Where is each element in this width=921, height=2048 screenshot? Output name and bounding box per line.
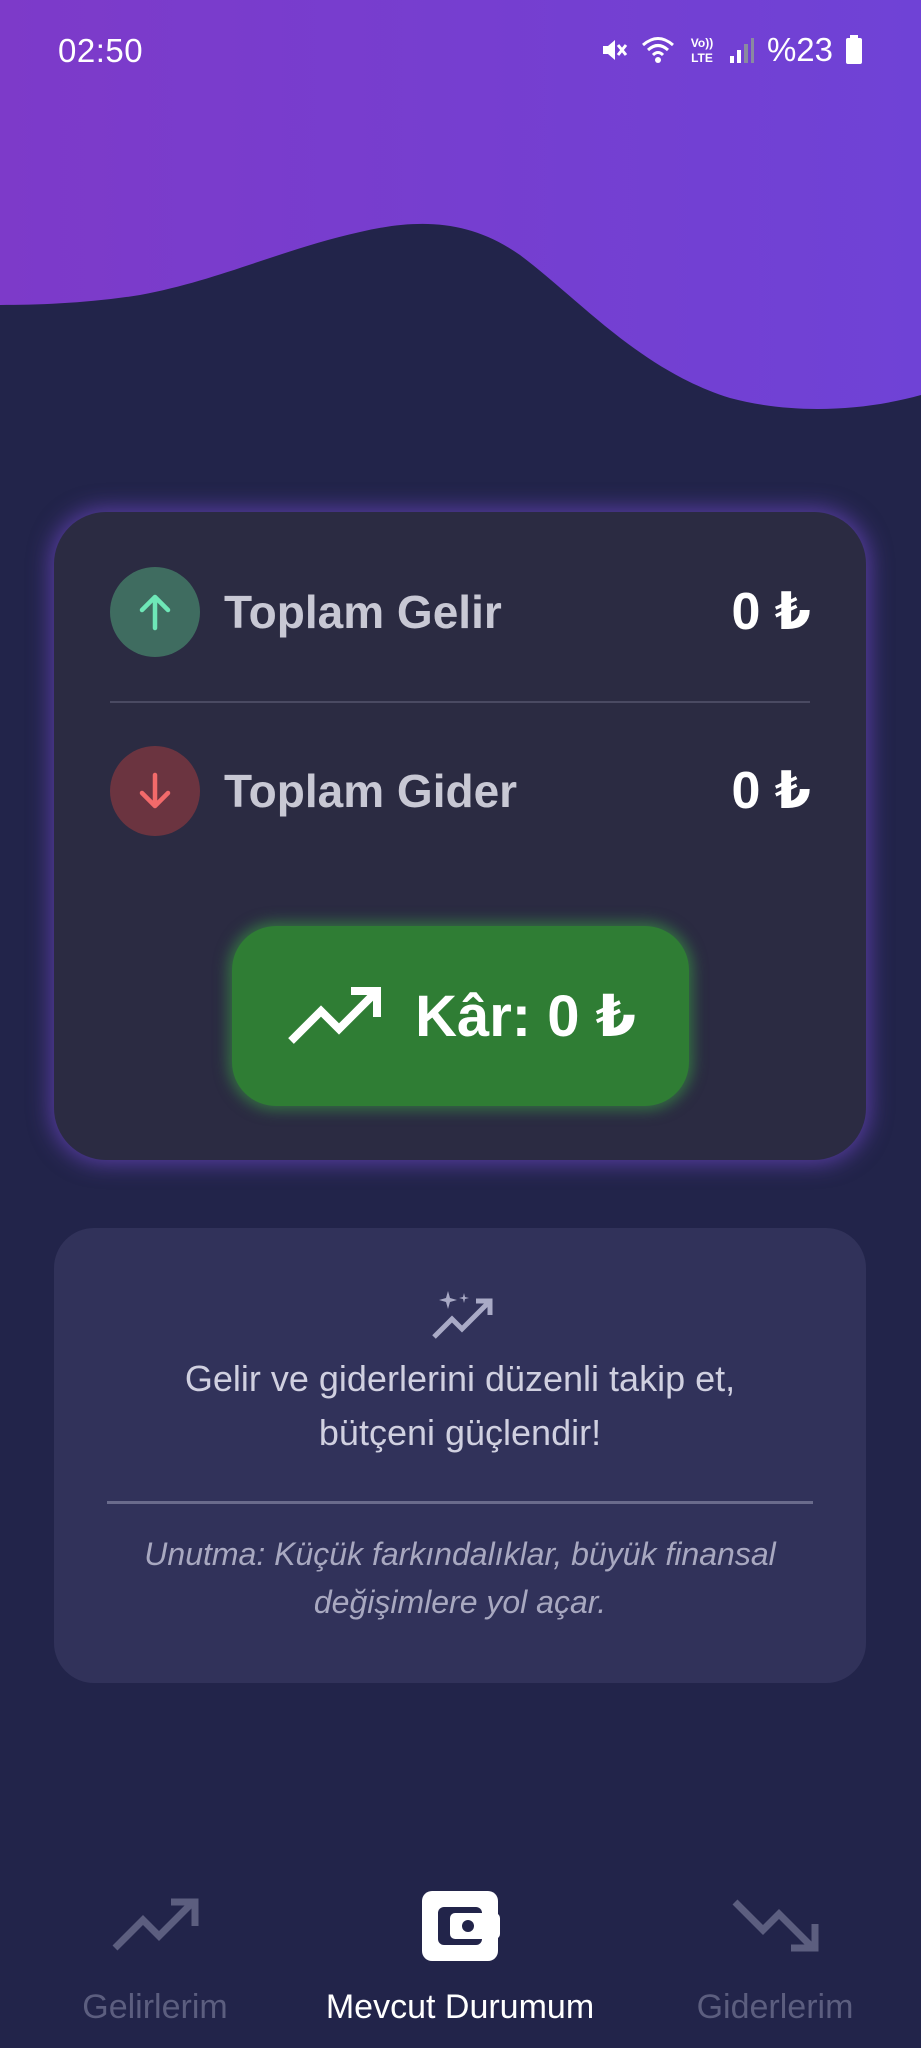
tip-note-line2: değişimlere yol açar. — [313, 1584, 607, 1620]
status-time: 02:50 — [58, 32, 144, 69]
nav-current[interactable]: Mevcut Durumum — [300, 1880, 620, 2048]
expense-label: Toplam Gider — [224, 765, 518, 817]
income-label: Toplam Gelir — [224, 586, 502, 638]
trending-down-icon — [732, 1899, 819, 1952]
wifi-icon — [641, 35, 675, 65]
svg-text:LTE: LTE — [691, 51, 713, 65]
bottom-nav: Gelirlerim Mevcut Durumum Giderlerim — [0, 1880, 921, 2048]
summary-divider — [110, 701, 810, 703]
tip-note: Unutma: Küçük farkındalıklar, büyük fina… — [54, 1530, 866, 1626]
tip-message: Gelir ve giderlerini düzenli takip et, b… — [54, 1352, 866, 1460]
expense-value: 0 ₺ — [731, 762, 811, 820]
trending-up-icon — [112, 1898, 199, 1951]
sparkle-trend-icon — [432, 1291, 493, 1339]
svg-text:Vo)): Vo)) — [691, 36, 713, 50]
income-value: 0 ₺ — [731, 583, 811, 641]
income-row: Toplam Gelir 0 ₺ — [110, 567, 811, 657]
nav-expense[interactable]: Giderlerim — [660, 1880, 890, 2048]
volte-icon: Vo)) LTE — [687, 34, 717, 66]
tip-note-line1: Unutma: Küçük farkındalıklar, büyük fina… — [144, 1536, 776, 1572]
profit-button[interactable]: Kâr: 0 ₺ — [232, 926, 689, 1106]
nav-income[interactable]: Gelirlerim — [40, 1880, 270, 2048]
trending-up-icon — [288, 987, 382, 1044]
income-badge — [110, 567, 200, 657]
wallet-icon — [422, 1891, 500, 1961]
status-icons: Vo)) LTE %23 — [599, 30, 863, 70]
nav-expense-label: Giderlerim — [696, 1988, 854, 2026]
mute-icon — [599, 35, 629, 65]
battery-icon — [845, 35, 863, 65]
tip-divider — [107, 1501, 813, 1504]
profit-label: Kâr: 0 ₺ — [415, 984, 636, 1049]
tip-message-line2: bütçeni güçlendir! — [318, 1412, 602, 1453]
expense-row: Toplam Gider 0 ₺ — [110, 746, 811, 836]
battery-percent: %23 — [766, 31, 833, 68]
nav-income-label: Gelirlerim — [82, 1988, 228, 2026]
status-bar: 02:50 Vo)) LTE %23 — [0, 0, 921, 100]
signal-icon — [729, 36, 755, 64]
arrow-down-icon — [139, 772, 171, 809]
expense-badge — [110, 746, 200, 836]
nav-current-label: Mevcut Durumum — [325, 1988, 595, 2026]
tip-message-line1: Gelir ve giderlerini düzenli takip et, — [184, 1358, 736, 1399]
arrow-up-icon — [139, 594, 171, 631]
